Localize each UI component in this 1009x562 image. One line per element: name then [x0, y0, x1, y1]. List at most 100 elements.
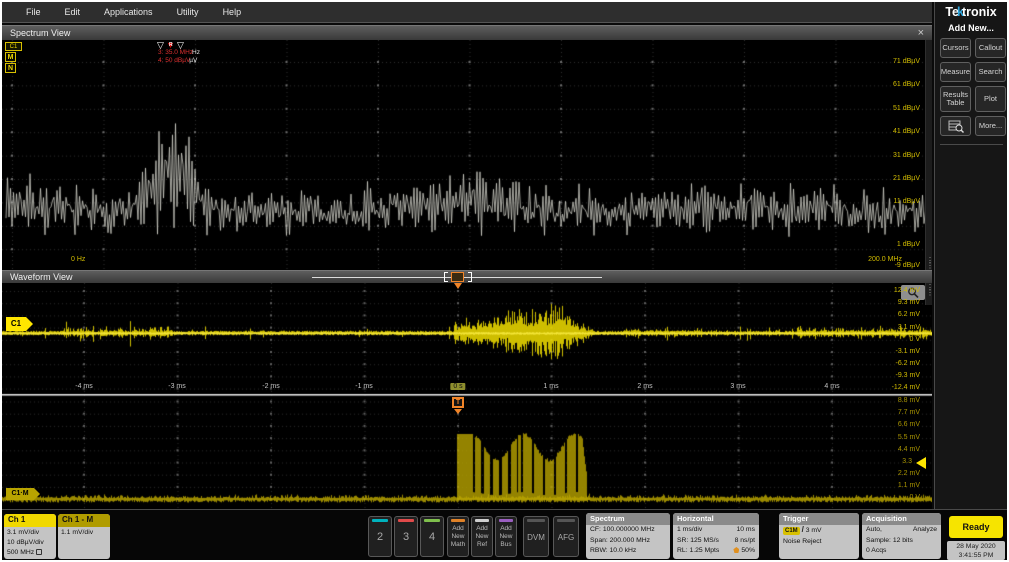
trigger-mode: Noise Reject [779, 537, 859, 548]
ch1-math-badge[interactable]: Ch 1 - M 1.1 mV/div [58, 514, 110, 559]
math-y-label: 8.8 mV [898, 397, 920, 404]
ready-status-badge: Ready [949, 516, 1003, 538]
menu-bar: File Edit Applications Utility Help [2, 2, 932, 23]
time-label-clock: 3:41:55 PM [947, 551, 1005, 560]
ch4-color-stripe [424, 519, 440, 522]
spectrum-canvas[interactable] [2, 40, 932, 270]
time-label: 1 ms [543, 383, 558, 390]
cursors-button[interactable]: Cursors [940, 38, 971, 58]
zoom-bracket-right[interactable] [468, 272, 472, 282]
wave-y-label: 3.1 mV [898, 324, 920, 331]
spectrum-y-label: 51 dBµV [893, 105, 920, 112]
dvm-button[interactable]: DVM [523, 516, 549, 557]
menu-item-help[interactable]: Help [223, 7, 242, 17]
time-zero-label[interactable]: 0 s [450, 383, 465, 390]
add-new-label: Add New... [935, 23, 1007, 33]
wave-y-label: 9.3 mV [898, 299, 920, 306]
trace-badge-max[interactable]: M [5, 52, 16, 62]
ch3-button[interactable]: 3 [394, 516, 418, 557]
trigger-arrow-icon [454, 409, 462, 414]
window: 10 ms [736, 525, 755, 536]
callout-button[interactable]: Callout [975, 38, 1006, 58]
math-y-label: 6.6 mV [898, 421, 920, 428]
table-zoom-icon-button[interactable] [940, 116, 971, 136]
time-label: 2 ms [637, 383, 652, 390]
freq-end-label: 200.0 MHz [868, 256, 902, 263]
acquisition-settings-badge[interactable]: Acquisition Auto,Analyze Sample: 12 bits… [862, 513, 941, 559]
add-new-ref-button[interactable]: Add New Ref [471, 516, 493, 557]
scrollbar-handle[interactable]: ⋮⋮ [926, 258, 932, 268]
add-new-math-button[interactable]: Add New Math [447, 516, 469, 557]
wave-y-label: 0 V [909, 336, 920, 343]
span: Span: 200.000 MHz [586, 536, 670, 547]
wave-y-label: 12.4 mV [894, 287, 920, 294]
math-level-arrow-icon[interactable] [916, 457, 926, 469]
c1-channel-badge[interactable]: C1 [6, 317, 26, 331]
position: 50% [733, 546, 755, 557]
waveform-scrollbar[interactable]: ⋮⋮ [925, 283, 932, 305]
spectrum-y-label: 1 dBµV [897, 241, 920, 248]
more-button[interactable]: More... [975, 116, 1006, 136]
waveform-canvas[interactable] [2, 283, 932, 509]
afg-button[interactable]: AFG [553, 516, 579, 557]
menu-item-file[interactable]: File [26, 7, 41, 17]
c1-math-badge[interactable]: C1·M [6, 488, 34, 500]
scrollbar-handle[interactable]: ⋮⋮ [926, 285, 932, 295]
resolution: 8 ns/pt [735, 536, 755, 547]
ch2-button[interactable]: 2 [368, 516, 392, 557]
ch4-button[interactable]: 4 [420, 516, 444, 557]
expansion-point-marker[interactable] [451, 272, 464, 282]
spectrum-plot-area: C1 M N ▽ ▼R ▽ 3: 35.0 MHzHz 4: 50 dBµVµV… [2, 40, 932, 270]
spectrum-settings-badge[interactable]: Spectrum CF: 100.000000 MHz Span: 200.00… [586, 513, 670, 559]
results-table-button[interactable]: Results Table [940, 86, 971, 112]
ch1-math-badge-title: Ch 1 - M [58, 514, 110, 527]
table-zoom-icon [948, 120, 964, 133]
horizontal-settings-badge[interactable]: Horizontal 1 ms/div10 ms SR: 125 MS/s8 n… [673, 513, 759, 559]
expansion-point-arrow-icon [454, 283, 462, 289]
acq-count: 0 Acqs [862, 546, 941, 557]
marker-readout: 3: 35.0 MHzHz 4: 50 dBµVµV [158, 49, 200, 65]
freq-start-label: 0 Hz [71, 256, 85, 263]
date-label: 28 May 2020 [947, 542, 1005, 551]
spectrum-y-label: 21 dBµV [893, 175, 920, 182]
plot-button[interactable]: Plot [975, 86, 1006, 112]
waveform-view-titlebar: Waveform View [2, 270, 932, 283]
wave-y-label: -9.3 mV [895, 372, 920, 379]
spectrum-scrollbar[interactable]: ⋮⋮ [925, 40, 932, 270]
close-icon[interactable]: × [918, 26, 924, 40]
spectrum-view-title: Spectrum View [10, 28, 70, 38]
ch1-badge[interactable]: Ch 1 3.1 mV/div 10 dBµV/div 500 MHz [4, 514, 56, 559]
status-bar: Ch 1 3.1 mV/div 10 dBµV/div 500 MHz Ch 1… [2, 509, 1007, 560]
record-length: RL: 1.25 Mpts [677, 546, 719, 557]
math-color-stripe [451, 519, 465, 522]
waveform-plot-area: C1 C1·M 12.4 mV 9.3 mV 6.2 mV 3.1 mV 0 V… [2, 283, 932, 509]
ch2-color-stripe [372, 519, 388, 522]
menu-item-applications[interactable]: Applications [104, 7, 153, 17]
spectrum-y-label: 11 dBµV [894, 198, 920, 205]
math-y-label: 3.3 [902, 458, 912, 465]
search-button[interactable]: Search [975, 62, 1006, 82]
math-y-label: 4.4 mV [898, 446, 920, 453]
ch1-bandwidth: 500 MHz [7, 548, 56, 558]
ref-color-stripe [475, 519, 489, 522]
timebase: 1 ms/div [677, 525, 702, 536]
acq-sample-bits: Sample: 12 bits [862, 536, 941, 547]
wave-y-label: 6.2 mV [898, 311, 920, 318]
math-y-label: 5.5 mV [898, 434, 920, 441]
trace-badge-normal[interactable]: N [5, 63, 16, 73]
center-frequency: CF: 100.000000 MHz [586, 525, 670, 536]
delay-icon [733, 547, 739, 553]
time-label: -4 ms [75, 383, 93, 390]
right-panel: Tektronix Add New... Cursors Callout Mea… [934, 2, 1007, 509]
menu-item-edit[interactable]: Edit [65, 7, 81, 17]
tektronix-logo: Tektronix [935, 5, 1007, 19]
trigger-settings-badge[interactable]: Trigger C1M / 3 mV Noise Reject [779, 513, 859, 559]
add-new-bus-button[interactable]: Add New Bus [495, 516, 517, 557]
zoom-bracket-left[interactable] [444, 272, 448, 282]
spectrum-channel-tab[interactable]: C1 [5, 42, 22, 51]
menu-item-utility[interactable]: Utility [177, 7, 199, 17]
trigger-position-marker[interactable]: T [452, 397, 464, 408]
datetime-display: 28 May 2020 3:41:55 PM [947, 541, 1005, 560]
spectrum-y-label: 41 dBµV [893, 128, 920, 135]
measure-button[interactable]: Measure [940, 62, 971, 82]
